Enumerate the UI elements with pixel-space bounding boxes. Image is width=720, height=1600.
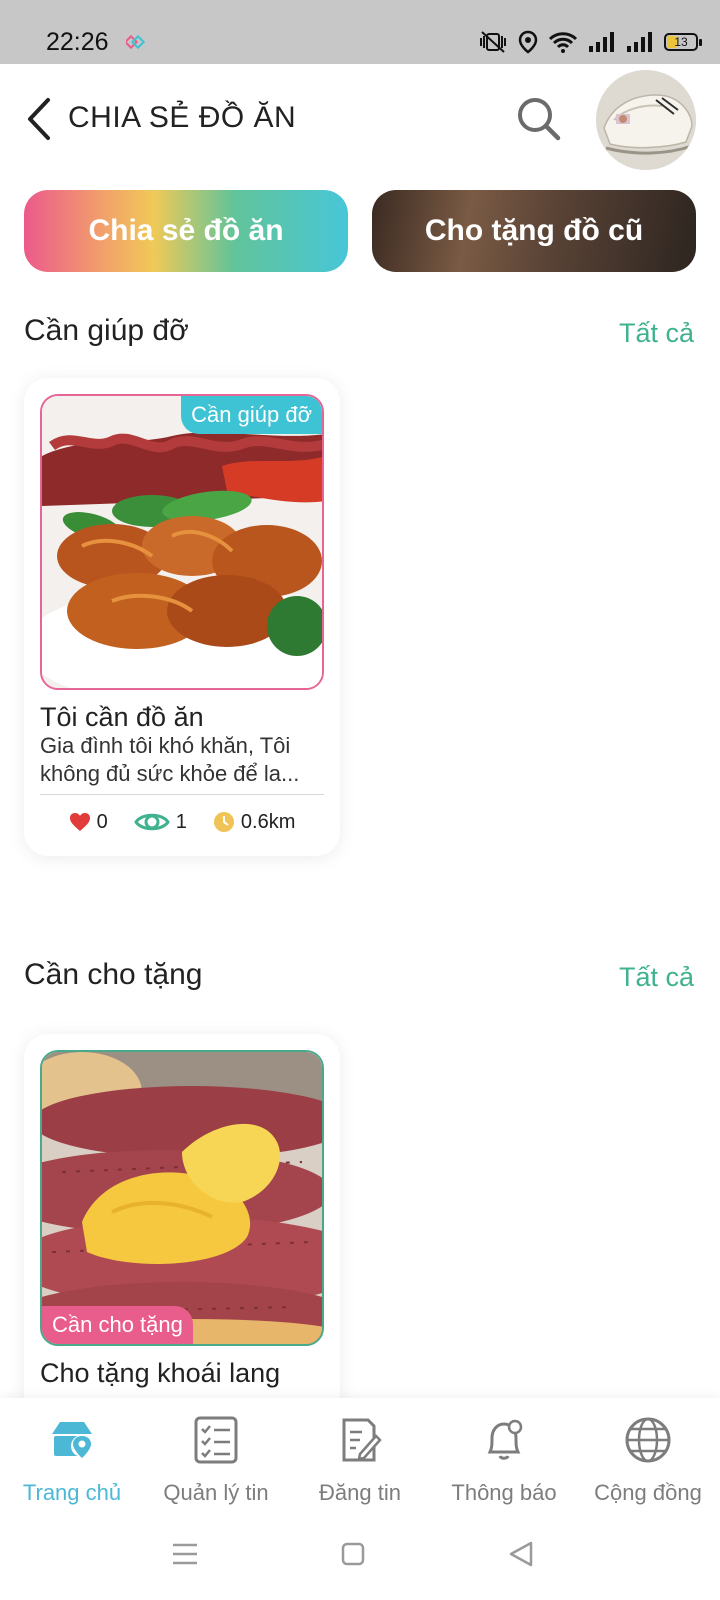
sweet-potato-image	[42, 1052, 322, 1344]
globe-icon	[625, 1417, 671, 1463]
back-button[interactable]	[22, 94, 58, 144]
status-badge: Cần giúp đỡ	[181, 396, 322, 434]
distance-stat: 0.6km	[213, 811, 295, 834]
views-stat: 1	[133, 810, 187, 834]
back-triangle-icon[interactable]	[508, 1540, 534, 1568]
signal-icon-2	[627, 32, 652, 52]
status-badge: Cần cho tặng	[42, 1306, 193, 1344]
chicken-wings-image	[42, 396, 322, 688]
post-title: Tôi cần đồ ăn	[40, 702, 204, 732]
status-time: 22:26	[46, 28, 109, 56]
home-icon	[52, 1422, 93, 1458]
tab-chia-se-do-an[interactable]: Chia sẻ đồ ăn	[24, 190, 348, 272]
system-navigation-bar	[0, 1524, 720, 1600]
signal-icon	[589, 32, 614, 52]
clock-icon	[213, 812, 234, 832]
likes-count: 0	[96, 810, 108, 833]
location-icon	[518, 30, 538, 54]
search-button[interactable]	[516, 96, 562, 142]
page-title: CHIA SẺ ĐỒ ĂN	[68, 101, 297, 134]
card-divider	[40, 794, 324, 795]
distance-value: 0.6km	[240, 810, 296, 833]
post-image-sweet-potato: Cần cho tặng	[40, 1050, 324, 1346]
app-notification-icon	[123, 34, 148, 55]
menu-icon[interactable]	[172, 1542, 198, 1566]
nav-label-notifications: Thông báo	[451, 1480, 557, 1505]
post-card-need-give[interactable]: Cần cho tặng Cho tặng khoái lang	[24, 1034, 340, 1454]
nav-item-community[interactable]: Cộng đồng	[576, 1398, 720, 1524]
battery-icon: 13	[664, 33, 702, 51]
nav-label-community: Cộng đồng	[594, 1480, 702, 1505]
nav-label-home: Trang chủ	[22, 1480, 122, 1505]
post-stats: 0 1 0.6km	[24, 810, 340, 834]
home-button-icon[interactable]	[341, 1542, 365, 1566]
bottom-navigation: Trang chủ Quản lý tin Đăng tin Thông báo	[0, 1398, 720, 1524]
status-bar: 22:26 13	[0, 0, 720, 64]
search-icon	[518, 98, 561, 141]
wifi-icon	[548, 32, 578, 53]
checklist-icon	[194, 1416, 238, 1464]
post-description: Gia đình tôi khó khăn, Tôi không đủ sức …	[40, 733, 300, 786]
vibrate-off-icon	[480, 31, 506, 53]
nav-item-home[interactable]: Trang chủ	[0, 1398, 144, 1524]
bell-icon	[487, 1419, 523, 1460]
avatar-image	[596, 70, 696, 170]
section-title-need-give: Cần cho tặng	[24, 958, 203, 991]
nav-item-notifications[interactable]: Thông báo	[432, 1398, 576, 1524]
views-count: 1	[175, 810, 187, 833]
post-title: Cho tặng khoái lang	[40, 1358, 281, 1388]
status-icons: 13	[478, 30, 702, 54]
section-title-need-help: Cần giúp đỡ	[24, 314, 189, 347]
app-header: CHIA SẺ ĐỒ ĂN	[0, 64, 720, 174]
post-image-chicken-wings: Cần giúp đỡ	[40, 394, 324, 690]
post-edit-icon	[342, 1418, 382, 1462]
heart-icon	[69, 813, 90, 831]
avatar[interactable]	[596, 70, 696, 170]
tab-cho-tang-do-cu[interactable]: Cho tặng đồ cũ	[372, 190, 696, 272]
nav-item-manage-posts[interactable]: Quản lý tin	[144, 1398, 288, 1524]
nav-item-post[interactable]: Đăng tin	[288, 1398, 432, 1524]
battery-level: 13	[674, 35, 688, 49]
nav-label-manage-posts: Quản lý tin	[163, 1480, 269, 1505]
eye-icon	[133, 813, 170, 831]
chevron-left-icon	[28, 98, 50, 140]
see-all-need-give-link[interactable]: Tất cả	[619, 962, 694, 993]
nav-label-post: Đăng tin	[319, 1480, 401, 1505]
post-card-need-help[interactable]: Cần giúp đỡ Tôi cần đồ ăn Gia đình tôi k…	[24, 378, 340, 856]
see-all-need-help-link[interactable]: Tất cả	[619, 318, 694, 349]
likes-stat[interactable]: 0	[69, 811, 108, 834]
